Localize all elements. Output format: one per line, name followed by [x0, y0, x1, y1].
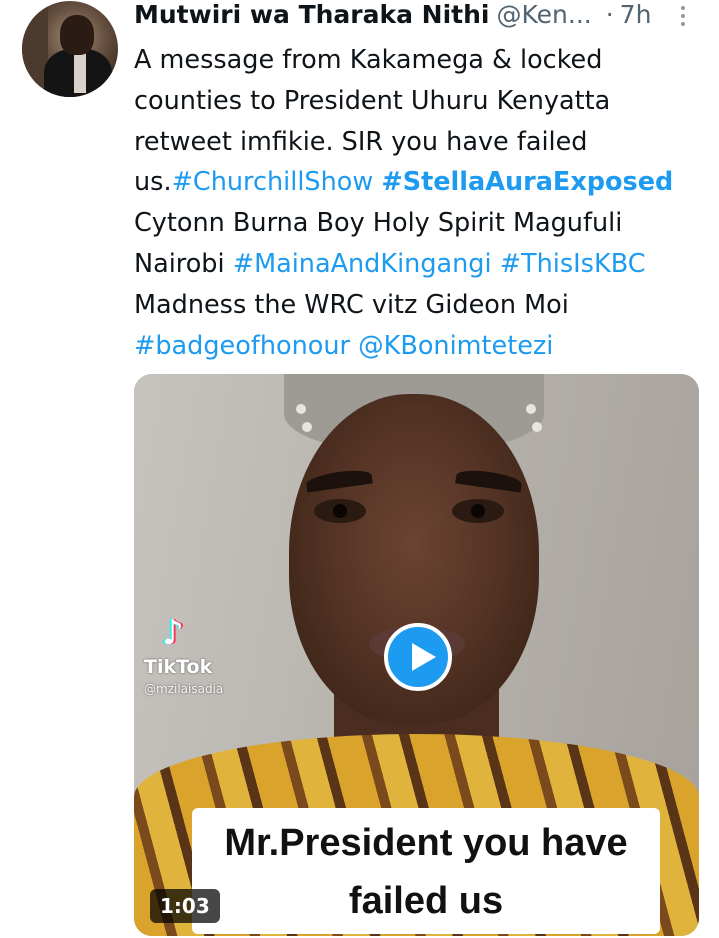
video-frame-eye — [314, 499, 366, 523]
separator-dot: · — [605, 0, 614, 29]
tweet-text-line: A message from Kakamega & locked — [134, 40, 709, 81]
tweet-text-segment: counties to President Uhuru Kenyatta — [134, 85, 611, 116]
video-frame-hairpin — [302, 422, 312, 432]
tiktok-watermark: ♪ TikTok @mzilaisadia — [144, 616, 264, 696]
author-handle[interactable]: @Ken... — [497, 0, 592, 29]
author-name[interactable]: Mutwiri wa Tharaka Nithi — [134, 0, 490, 29]
hashtag-link[interactable]: #ChurchillShow — [172, 167, 374, 197]
avatar-shirt — [74, 53, 86, 93]
tweet-text-segment: retweet imfikie. SIR you have failed — [134, 126, 588, 157]
video-caption-line: failed us — [348, 880, 504, 922]
tiktok-brand: TikTok — [144, 656, 213, 678]
video-player[interactable]: ♪ TikTok @mzilaisadia Mr.President you h… — [134, 374, 699, 936]
tweet-text-segment — [492, 249, 500, 279]
avatar-head — [60, 15, 94, 55]
tweet-header: Mutwiri wa Tharaka Nithi @Ken... · 7h — [134, 0, 694, 34]
tweet[interactable]: Mutwiri wa Tharaka Nithi @Ken... · 7h A … — [0, 0, 719, 938]
video-frame-hairpin — [296, 404, 306, 414]
video-frame-eye — [452, 499, 504, 523]
tiktok-logo-icon: ♪ — [162, 613, 184, 653]
tweet-text-segment: A message from Kakamega & locked — [134, 45, 603, 75]
tiktok-username: @mzilaisadia — [144, 682, 224, 696]
tweet-text-line: Nairobi #MainaAndKingangi #ThisIsKBC — [134, 244, 709, 285]
tweet-text-line: Madness the WRC vitz Gideon Moi — [134, 285, 709, 326]
tweet-text-line: us.#ChurchillShow #StellaAuraExposed — [134, 162, 709, 203]
tweet-text: A message from Kakamega & locked counties… — [134, 40, 709, 366]
tweet-text-line: Cytonn Burna Boy Holy Spirit Magufuli — [134, 203, 709, 244]
video-caption: Mr.President you have failed us — [192, 808, 660, 934]
video-caption-line: Mr.President you have — [224, 822, 628, 864]
play-icon[interactable] — [384, 623, 452, 691]
avatar[interactable] — [22, 1, 118, 97]
more-options-icon[interactable] — [676, 3, 690, 31]
hashtag-link[interactable]: #ThisIsKBC — [500, 249, 646, 279]
video-frame-hairpin — [526, 404, 536, 414]
timestamp[interactable]: 7h — [620, 0, 652, 29]
hashtag-link[interactable]: #MainaAndKingangi — [233, 249, 492, 279]
hashtag-link[interactable]: #badgeofhonour — [134, 331, 350, 361]
tweet-text-segment: us. — [134, 167, 172, 198]
video-frame-hairpin — [532, 422, 542, 432]
mention-link[interactable]: @KBonimtetezi — [358, 331, 553, 361]
hashtag-link[interactable]: #StellaAuraExposed — [381, 167, 673, 197]
tweet-text-segment: Cytonn Burna Boy Holy Spirit Magufuli — [134, 208, 623, 239]
tweet-text-line: #badgeofhonour @KBonimtetezi — [134, 326, 709, 367]
tweet-text-line: retweet imfikie. SIR you have failed — [134, 122, 709, 163]
video-duration-badge: 1:03 — [150, 889, 220, 923]
tweet-text-line: counties to President Uhuru Kenyatta — [134, 81, 709, 122]
tweet-text-segment — [350, 331, 358, 361]
tweet-text-segment: Madness the WRC vitz Gideon Moi — [134, 289, 569, 320]
tweet-text-segment: Nairobi — [134, 248, 233, 279]
